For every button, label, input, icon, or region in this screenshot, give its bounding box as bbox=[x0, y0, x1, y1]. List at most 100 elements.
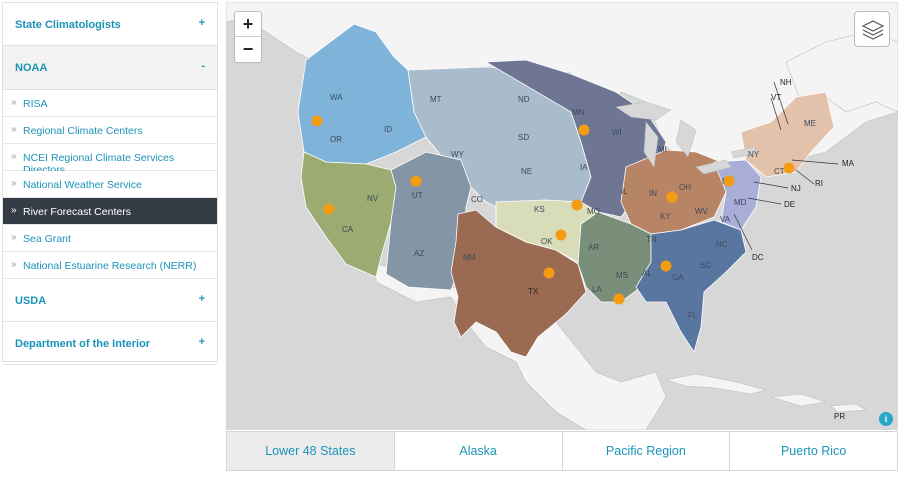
rfc-marker-chanhassen[interactable] bbox=[578, 124, 590, 136]
state-label-ok: OK bbox=[541, 237, 553, 246]
rfc-marker-kansas-city[interactable] bbox=[571, 199, 583, 211]
state-label-sd: SD bbox=[518, 133, 529, 142]
state-label-ca: CA bbox=[342, 225, 354, 234]
rfc-marker-wilmington[interactable] bbox=[666, 191, 678, 203]
state-label-tn: TN bbox=[646, 235, 657, 244]
state-label-nm: NM bbox=[463, 253, 476, 262]
state-label-fl: FL bbox=[688, 311, 698, 320]
state-label-nd: ND bbox=[518, 95, 530, 104]
state-label-dc: DC bbox=[752, 253, 764, 262]
noaa-item-label: Sea Grant bbox=[23, 233, 71, 245]
state-label-va: VA bbox=[720, 215, 731, 224]
state-label-md: MD bbox=[734, 198, 747, 207]
state-label-tx: TX bbox=[528, 287, 539, 296]
state-label-ks: KS bbox=[534, 205, 545, 214]
state-label-ut: UT bbox=[412, 191, 423, 200]
state-label-az: AZ bbox=[414, 249, 424, 258]
state-label-co: CO bbox=[471, 195, 483, 204]
state-label-sc: SC bbox=[700, 261, 711, 270]
state-label-ny: NY bbox=[748, 150, 760, 159]
rfc-marker-sacramento[interactable] bbox=[323, 203, 335, 215]
rfc-marker-state-college[interactable] bbox=[723, 175, 735, 187]
expand-plus-icon: + bbox=[198, 336, 205, 348]
state-label-ri: RI bbox=[815, 179, 823, 188]
state-label-ct: CT bbox=[774, 167, 785, 176]
state-label-pr: PR bbox=[834, 412, 845, 421]
chevron-right-icon: » bbox=[11, 151, 17, 162]
leader-line-ri bbox=[795, 169, 815, 185]
noaa-item-ncei-directors[interactable]: » NCEI Regional Climate Services Directo… bbox=[3, 144, 217, 176]
state-label-ga: GA bbox=[672, 273, 684, 282]
zoom-out-button[interactable]: − bbox=[235, 37, 261, 62]
zoom-control: + − bbox=[234, 11, 262, 63]
state-label-ia: IA bbox=[580, 163, 588, 172]
accordion-department-of-interior[interactable]: Department of the Interior + bbox=[3, 322, 217, 365]
chevron-right-icon: » bbox=[11, 259, 17, 270]
region-california bbox=[300, 151, 397, 278]
state-label-il: IL bbox=[621, 187, 628, 196]
state-label-ar: AR bbox=[588, 243, 599, 252]
rfc-map[interactable]: WA OR ID MT WY NV UT CA AZ NM CO ND SD N… bbox=[226, 2, 898, 430]
tab-pacific-region[interactable]: Pacific Region bbox=[563, 432, 731, 470]
rfc-marker-portland[interactable] bbox=[311, 115, 323, 127]
state-label-ms: MS bbox=[616, 271, 628, 280]
state-label-wa: WA bbox=[330, 93, 343, 102]
rfc-marker-taunton[interactable] bbox=[783, 162, 795, 174]
state-label-me: ME bbox=[804, 119, 816, 128]
rfc-marker-tulsa[interactable] bbox=[555, 229, 567, 241]
tab-puerto-rico[interactable]: Puerto Rico bbox=[730, 432, 897, 470]
accordion-label: NOAA bbox=[15, 62, 48, 74]
expand-plus-icon: + bbox=[198, 17, 205, 29]
map-canvas: WA OR ID MT WY NV UT CA AZ NM CO ND SD N… bbox=[226, 2, 898, 430]
tab-lower-48-states[interactable]: Lower 48 States bbox=[227, 432, 395, 470]
state-label-nv: NV bbox=[367, 194, 379, 203]
noaa-item-label: RISA bbox=[23, 98, 48, 110]
expand-plus-icon: + bbox=[198, 293, 205, 305]
state-label-wv: WV bbox=[695, 207, 709, 216]
state-label-wi: WI bbox=[612, 128, 622, 137]
chevron-right-icon: » bbox=[11, 205, 17, 216]
state-label-mt: MT bbox=[430, 95, 442, 104]
app-root: State Climatologists + NOAA - » RISA » R… bbox=[0, 0, 900, 487]
noaa-item-label: Regional Climate Centers bbox=[23, 125, 143, 137]
noaa-item-river-forecast-centers[interactable]: » River Forecast Centers bbox=[3, 198, 217, 225]
rfc-marker-slidell[interactable] bbox=[613, 293, 625, 305]
rfc-marker-peachtree[interactable] bbox=[660, 260, 672, 272]
state-label-id: ID bbox=[384, 125, 392, 134]
state-label-nh: NH bbox=[780, 78, 792, 87]
chevron-right-icon: » bbox=[11, 97, 17, 108]
caribbean-islands bbox=[665, 373, 867, 413]
chevron-right-icon: » bbox=[11, 178, 17, 189]
noaa-item-sea-grant[interactable]: » Sea Grant bbox=[3, 225, 217, 252]
agency-sidebar: State Climatologists + NOAA - » RISA » R… bbox=[2, 2, 218, 365]
accordion-label: State Climatologists bbox=[15, 19, 121, 31]
rfc-marker-salt-lake[interactable] bbox=[410, 175, 422, 187]
state-label-al: AL bbox=[642, 269, 652, 278]
noaa-item-risa[interactable]: » RISA bbox=[3, 90, 217, 117]
rfc-marker-fort-worth[interactable] bbox=[543, 267, 555, 279]
noaa-item-label: National Estuarine Research (NERR) bbox=[23, 260, 197, 272]
state-label-nc: NC bbox=[716, 240, 728, 249]
state-label-oh: OH bbox=[679, 183, 691, 192]
layers-icon bbox=[861, 20, 885, 40]
noaa-item-nerr[interactable]: » National Estuarine Research (NERR) bbox=[3, 252, 217, 279]
noaa-item-national-weather-service[interactable]: » National Weather Service bbox=[3, 171, 217, 198]
accordion-usda[interactable]: USDA + bbox=[3, 279, 217, 322]
accordion-noaa[interactable]: NOAA - bbox=[3, 46, 217, 90]
noaa-item-label: River Forecast Centers bbox=[23, 206, 131, 218]
accordion-label: Department of the Interior bbox=[15, 338, 151, 350]
state-label-de: DE bbox=[784, 200, 795, 209]
accordion-label: USDA bbox=[15, 295, 47, 307]
accordion-state-climatologists[interactable]: State Climatologists + bbox=[3, 3, 217, 46]
tab-alaska[interactable]: Alaska bbox=[395, 432, 563, 470]
info-icon[interactable]: i bbox=[879, 412, 893, 426]
zoom-in-button[interactable]: + bbox=[235, 12, 261, 37]
state-label-ne: NE bbox=[521, 167, 532, 176]
noaa-item-label: National Weather Service bbox=[23, 179, 142, 191]
state-label-vt: VT bbox=[771, 93, 781, 102]
state-label-mn: MN bbox=[572, 108, 585, 117]
layers-button[interactable] bbox=[854, 11, 890, 47]
chevron-right-icon: » bbox=[11, 124, 17, 135]
noaa-item-regional-climate-centers[interactable]: » Regional Climate Centers bbox=[3, 117, 217, 144]
region-tabs: Lower 48 States Alaska Pacific Region Pu… bbox=[226, 431, 898, 471]
